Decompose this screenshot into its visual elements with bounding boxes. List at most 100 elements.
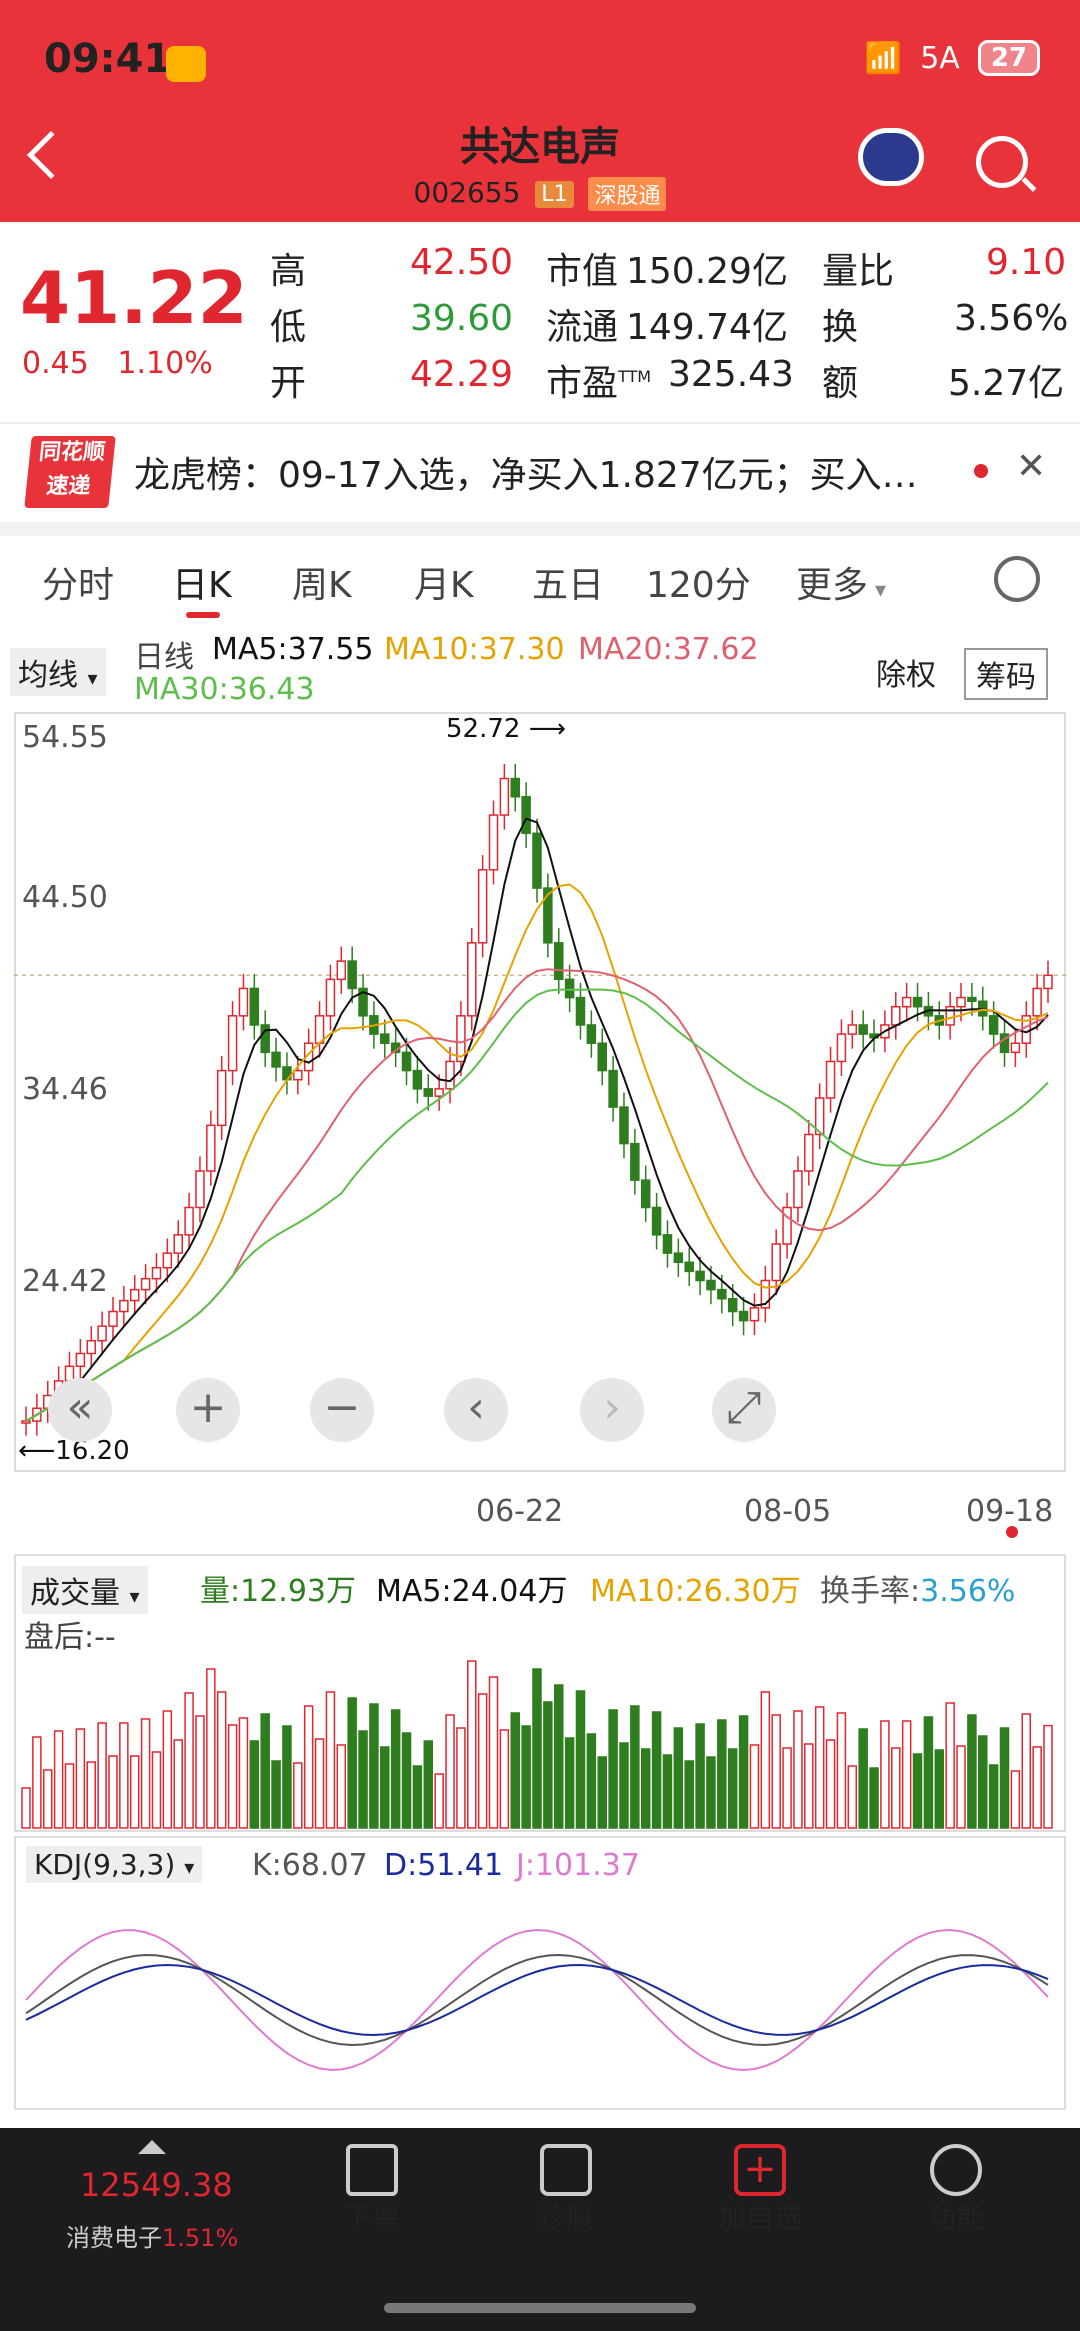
- chevron-down-icon: ▾: [87, 666, 98, 690]
- volume-bar: [825, 1739, 836, 1829]
- kdj-j-line: [25, 1928, 1049, 2072]
- volume-bar: [162, 1710, 173, 1829]
- scroll-left-fast-icon[interactable]: «: [48, 1378, 112, 1442]
- sector-index[interactable]: 12549.38: [80, 2166, 233, 2204]
- sector-name: 消费电子: [66, 2224, 162, 2252]
- scroll-right-icon[interactable]: ›: [580, 1378, 644, 1442]
- candle-body: [75, 1352, 86, 1368]
- ma20-line: [25, 968, 1049, 1422]
- y-label-3: 34.46: [22, 1072, 108, 1107]
- candle-body: [553, 942, 564, 981]
- level-tag: L1: [535, 180, 574, 208]
- home-indicator[interactable]: [384, 2303, 696, 2313]
- volume-bar: [793, 1710, 803, 1829]
- tab-more[interactable]: 更多 ▾: [796, 556, 886, 608]
- tab-weekly-k[interactable]: 周K: [292, 556, 352, 608]
- volume-chart[interactable]: [14, 1650, 1066, 1830]
- fullscreen-icon[interactable]: ⤢: [712, 1378, 776, 1442]
- volume-bar: [564, 1737, 575, 1829]
- close-icon[interactable]: ✕: [1016, 446, 1046, 487]
- candle-body: [401, 1051, 412, 1072]
- volume-bar: [358, 1730, 368, 1829]
- adjust-button[interactable]: 除权: [876, 650, 936, 694]
- settings-icon[interactable]: [994, 556, 1040, 602]
- kline-chart[interactable]: [14, 712, 1066, 1472]
- candle-body: [695, 1270, 705, 1282]
- volume-bar: [53, 1730, 64, 1829]
- volume-bar: [97, 1722, 107, 1829]
- kdj-d: D:51.41: [384, 1848, 504, 1883]
- candle-body: [151, 1266, 162, 1280]
- function-button[interactable]: 功能: [886, 2196, 1026, 2236]
- volume-bar: [543, 1701, 553, 1829]
- diagnose-icon[interactable]: [540, 2144, 592, 2196]
- candle-body: [271, 1051, 281, 1068]
- news-text[interactable]: 龙虎榜：09-17入选，净买入1.827亿元；买入…: [134, 446, 918, 498]
- volume-bar: [1043, 1724, 1053, 1829]
- tab-daily-k[interactable]: 日K: [172, 556, 232, 608]
- wifi-icon: 📶: [864, 40, 903, 76]
- chevron-down-icon: ▾: [868, 578, 887, 603]
- volume-bar: [586, 1733, 597, 1829]
- volume-bar: [42, 1769, 53, 1829]
- candle-body: [575, 996, 586, 1026]
- order-icon[interactable]: [346, 2144, 398, 2196]
- unread-dot: [974, 464, 988, 478]
- candle-body: [717, 1288, 727, 1300]
- zoom-in-icon[interactable]: +: [176, 1378, 240, 1442]
- zoom-out-icon[interactable]: −: [310, 1378, 374, 1442]
- chips-button[interactable]: 筹码: [964, 648, 1048, 700]
- search-icon[interactable]: [976, 136, 1028, 188]
- tab-120min[interactable]: 120分: [646, 556, 751, 608]
- add-watchlist-icon[interactable]: +: [734, 2144, 786, 2196]
- volume-bar: [651, 1711, 662, 1829]
- volume-bar: [488, 1676, 499, 1829]
- add-watchlist-button[interactable]: 加自选: [690, 2196, 830, 2236]
- volume-bar: [912, 1753, 923, 1829]
- ma-selector[interactable]: 均线 ▾: [10, 648, 106, 696]
- volume-bar: [206, 1668, 216, 1829]
- assistant-robot-icon[interactable]: [858, 128, 924, 186]
- signal-icon: 5A: [920, 40, 960, 76]
- expand-up-icon[interactable]: [138, 2140, 166, 2154]
- turn-value: 3.56%: [954, 298, 1069, 339]
- candle-body: [956, 996, 966, 1008]
- tab-monthly-k[interactable]: 月K: [414, 556, 474, 608]
- diagnose-button[interactable]: 诊股: [496, 2196, 636, 2236]
- low-label: 低: [270, 307, 307, 348]
- candle-body: [532, 832, 542, 889]
- kdj-selector[interactable]: KDJ(9,3,3) ▾: [26, 1846, 203, 1883]
- order-button[interactable]: 下单: [302, 2196, 442, 2236]
- volume-bar: [978, 1735, 988, 1829]
- volume-bar: [108, 1755, 118, 1829]
- menu-icon[interactable]: [930, 2144, 982, 2196]
- volume-bar: [271, 1760, 281, 1829]
- volume-bar: [836, 1712, 847, 1829]
- sector-line[interactable]: 消费电子1.51%: [66, 2218, 238, 2253]
- tab-five-day[interactable]: 五日: [532, 556, 604, 608]
- volume-bar: [347, 1697, 357, 1829]
- candle-body: [521, 796, 531, 835]
- period-label: 日线: [134, 640, 194, 675]
- volume-bar: [1032, 1746, 1042, 1829]
- pe-value: 325.43: [668, 354, 794, 395]
- scroll-left-icon[interactable]: ‹: [444, 1378, 508, 1442]
- volume-bar: [891, 1747, 901, 1829]
- tab-fenshi[interactable]: 分时: [42, 556, 114, 608]
- x-label-1: 06-22: [476, 1494, 564, 1529]
- candle-body: [314, 1015, 325, 1044]
- candle-body: [206, 1124, 216, 1172]
- volume-bar: [140, 1718, 151, 1829]
- volume-bar: [467, 1660, 477, 1829]
- volume-bar: [869, 1767, 879, 1829]
- stock-code-line: 002655 L1 深股通: [0, 176, 1080, 211]
- kdj-k: K:68.07: [252, 1848, 368, 1883]
- candle-body: [630, 1142, 640, 1181]
- market-tag: 深股通: [588, 177, 667, 211]
- volume-bar: [303, 1705, 314, 1829]
- candle-body: [380, 1033, 390, 1044]
- volume-bar: [499, 1729, 510, 1829]
- volume-bar: [445, 1714, 455, 1829]
- candle-body: [967, 996, 977, 1002]
- volume-bar: [727, 1748, 738, 1829]
